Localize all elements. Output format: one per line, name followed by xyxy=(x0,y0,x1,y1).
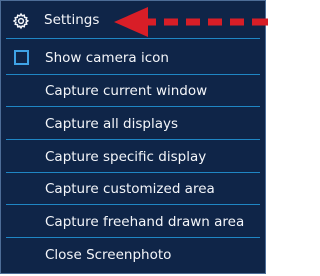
menu-item-capture-freehand-drawn-area[interactable]: Capture freehand drawn area xyxy=(1,207,265,237)
menu-item-capture-specific-display[interactable]: Capture specific display xyxy=(1,142,265,172)
menu-item-label: Capture current window xyxy=(45,83,208,99)
menu-item-label: Capture customized area xyxy=(45,181,215,197)
menu-divider xyxy=(6,106,260,107)
menu-item-label: Capture freehand drawn area xyxy=(45,214,245,230)
menu-item-label: Close Screenphoto xyxy=(45,247,172,263)
menu-item-label: Capture specific display xyxy=(45,149,207,165)
menu-divider xyxy=(6,172,260,173)
menu-item-capture-customized-area[interactable]: Capture customized area xyxy=(1,174,265,204)
menu-divider xyxy=(6,237,260,238)
menu-divider xyxy=(6,74,260,75)
menu-divider xyxy=(6,139,260,140)
menu-item-label: Capture all displays xyxy=(45,116,179,132)
settings-label: Settings xyxy=(44,12,100,28)
show-camera-icon-checkbox[interactable] xyxy=(14,50,29,65)
context-menu: Settings Show camera icon Capture curren… xyxy=(0,0,266,274)
menu-divider xyxy=(6,204,260,205)
menu-item-capture-all-displays[interactable]: Capture all displays xyxy=(1,109,265,139)
show-camera-icon-label: Show camera icon xyxy=(45,50,169,66)
gear-icon xyxy=(12,12,30,30)
menu-divider xyxy=(6,38,260,39)
menu-item-capture-current-window[interactable]: Capture current window xyxy=(1,76,265,106)
menu-item-close-screenphoto[interactable]: Close Screenphoto xyxy=(1,240,265,270)
menu-item-show-camera-icon[interactable]: Show camera icon xyxy=(1,43,265,73)
menu-item-settings[interactable]: Settings xyxy=(1,5,265,35)
